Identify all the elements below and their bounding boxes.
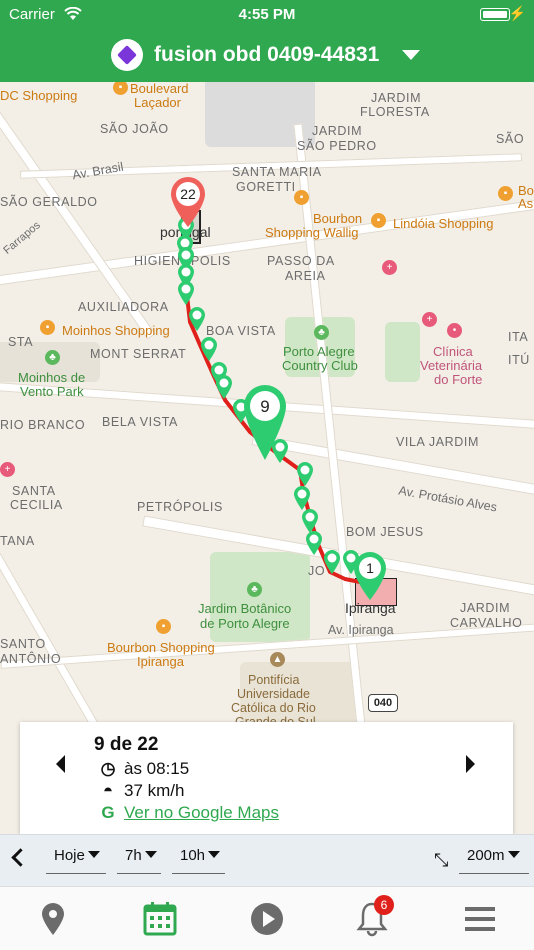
point-info-card: 9 de 22 ◷ às 08:15 ◓ 37 km/h G Ver no Googl… <box>20 722 513 834</box>
start-hour-value: 7h <box>125 847 142 864</box>
tab-playback[interactable] <box>247 899 287 939</box>
waypoint-pin[interactable] <box>296 461 314 487</box>
clock-icon: ◷ <box>100 759 116 778</box>
filter-bar: Hoje 7h 10h ⤡ 200m <box>0 834 534 886</box>
day-dropdown[interactable]: Hoje <box>46 847 106 874</box>
waypoint-pin[interactable] <box>215 374 233 400</box>
vehicle-title[interactable]: fusion obd 0409-44831 <box>154 43 379 67</box>
waypoint-pin[interactable] <box>188 306 206 332</box>
waypoint-pin[interactable] <box>200 336 218 362</box>
chevron-down-icon <box>87 851 100 858</box>
pin-end[interactable]: 22 <box>169 176 207 228</box>
chevron-down-icon <box>208 851 221 858</box>
pin-start[interactable]: 1 <box>352 550 388 602</box>
waypoint-pin[interactable] <box>323 549 341 575</box>
previous-point-button[interactable] <box>56 755 65 773</box>
tab-calendar[interactable] <box>140 899 180 939</box>
day-value: Hoje <box>54 847 85 864</box>
distance-value: 200m <box>467 847 505 864</box>
speedometer-icon: ◓ <box>102 781 114 800</box>
back-icon[interactable] <box>11 848 30 867</box>
end-hour-dropdown[interactable]: 10h <box>172 847 225 874</box>
point-position: 9 de 22 <box>94 734 159 755</box>
chevron-down-icon[interactable] <box>402 50 420 60</box>
chevron-down-icon <box>507 851 520 858</box>
notification-badge: 6 <box>374 895 394 915</box>
location-pin-icon <box>42 903 64 935</box>
time-row: ◷ às 08:15 <box>98 759 190 779</box>
tab-bar: 6 <box>0 886 534 950</box>
compress-icon[interactable]: ⤡ <box>434 850 448 871</box>
next-point-button[interactable] <box>466 755 475 773</box>
tag-icon <box>111 39 143 71</box>
calendar-icon <box>143 902 177 936</box>
battery-icon <box>480 8 510 21</box>
start-hour-dropdown[interactable]: 7h <box>117 847 161 874</box>
tab-notifications[interactable]: 6 <box>352 895 394 939</box>
google-icon: G <box>101 803 115 822</box>
pin-end-label: 22 <box>180 186 196 202</box>
play-icon <box>251 903 283 935</box>
pin-start-label: 1 <box>366 560 374 576</box>
vehicle-selector[interactable]: fusion obd 0409-44831 <box>0 30 534 82</box>
tab-menu[interactable] <box>460 899 500 939</box>
pin-current-label: 9 <box>260 397 269 416</box>
chevron-down-icon <box>144 851 157 858</box>
waypoint-pin[interactable] <box>305 530 323 556</box>
speed-row: ◓ 37 km/h <box>98 781 185 801</box>
google-maps-link[interactable]: Ver no Google Maps <box>124 803 279 822</box>
clock: 4:55 PM <box>238 6 296 23</box>
pin-current[interactable]: 9 <box>241 382 289 462</box>
tab-location[interactable] <box>33 899 73 939</box>
point-time: às 08:15 <box>124 759 190 778</box>
charging-icon: ⚡ <box>508 5 526 21</box>
google-maps-row[interactable]: G Ver no Google Maps <box>98 803 279 823</box>
waypoint-pin[interactable] <box>177 280 195 306</box>
status-bar: Carrier 4:55 PM ⚡ <box>0 0 534 30</box>
point-speed: 37 km/h <box>124 781 185 800</box>
end-hour-value: 10h <box>180 847 206 864</box>
hamburger-menu-icon <box>465 907 495 931</box>
distance-dropdown[interactable]: 200m <box>459 847 529 874</box>
